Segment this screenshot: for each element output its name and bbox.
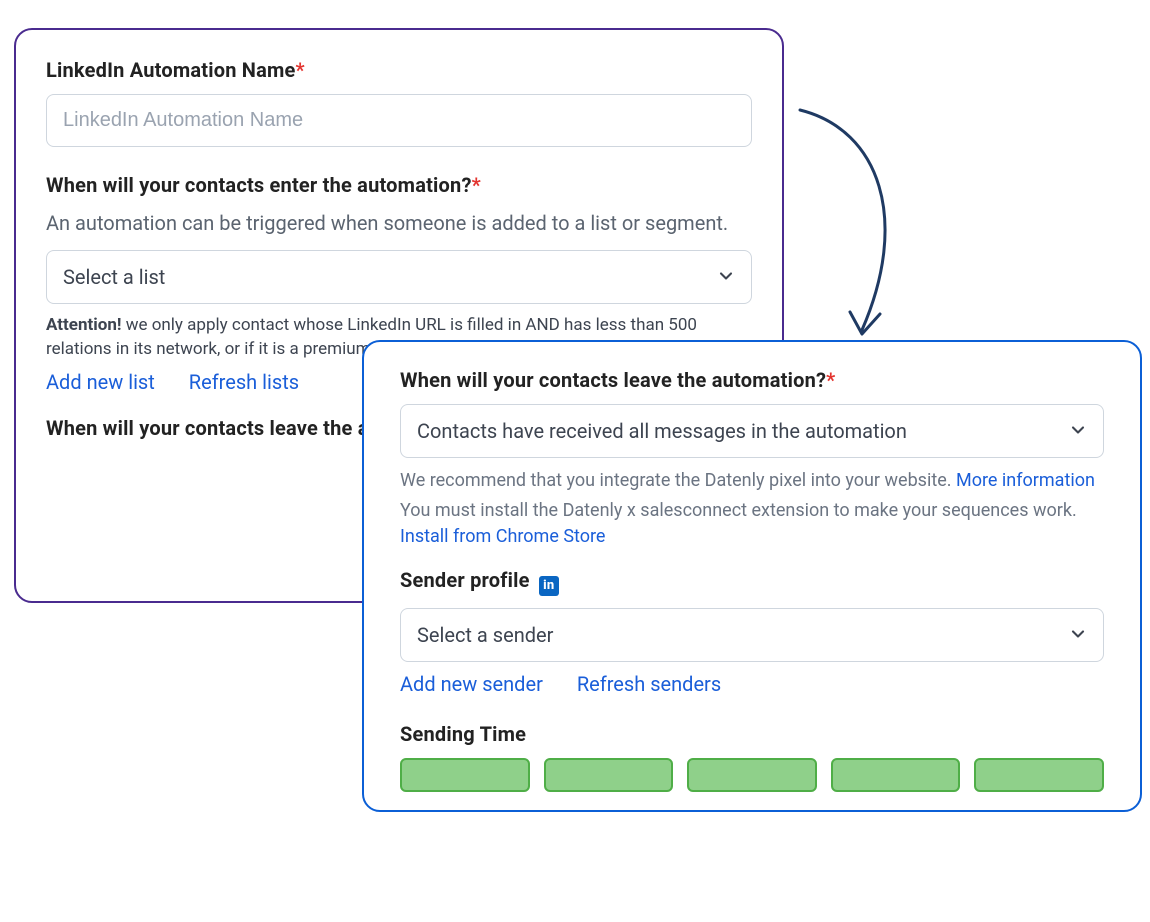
contacts-enter-label: When will your contacts enter the automa… (46, 173, 752, 197)
day-pill-1[interactable] (400, 758, 530, 792)
select-list-dropdown[interactable]: Select a list (46, 250, 752, 304)
more-information-link[interactable]: More information (956, 470, 1095, 491)
install-chrome-store-link[interactable]: Install from Chrome Store (400, 526, 605, 547)
extension-note: You must install the Datenly x salesconn… (400, 498, 1104, 550)
add-new-list-link[interactable]: Add new list (46, 370, 155, 394)
sender-actions: Add new sender Refresh senders (400, 672, 1104, 696)
sender-select-wrap: Select a sender (400, 608, 1104, 662)
linkedin-icon: in (539, 576, 559, 596)
leave-condition-dropdown[interactable]: Contacts have received all messages in t… (400, 404, 1104, 458)
day-pill-4[interactable] (831, 758, 961, 792)
sending-time-days (400, 758, 1104, 792)
sender-profile-label: Sender profile in (400, 568, 1104, 596)
contacts-enter-helper: An automation can be triggered when some… (46, 209, 752, 238)
refresh-senders-link[interactable]: Refresh senders (577, 672, 721, 696)
contacts-leave-label: When will your contacts leave the automa… (400, 368, 1104, 392)
sender-dropdown[interactable]: Select a sender (400, 608, 1104, 662)
day-pill-3[interactable] (687, 758, 817, 792)
leave-select-wrap: Contacts have received all messages in t… (400, 404, 1104, 458)
day-pill-2[interactable] (544, 758, 674, 792)
flow-arrow-icon (790, 100, 930, 360)
add-new-sender-link[interactable]: Add new sender (400, 672, 543, 696)
refresh-lists-link[interactable]: Refresh lists (189, 370, 299, 394)
automation-panel-step2: When will your contacts leave the automa… (362, 340, 1142, 812)
day-pill-5[interactable] (974, 758, 1104, 792)
select-list-wrap: Select a list (46, 250, 752, 304)
pixel-recommendation: We recommend that you integrate the Date… (400, 468, 1104, 494)
automation-name-label: LinkedIn Automation Name* (46, 58, 752, 82)
automation-name-input[interactable] (46, 94, 752, 147)
sending-time-label: Sending Time (400, 722, 1104, 746)
